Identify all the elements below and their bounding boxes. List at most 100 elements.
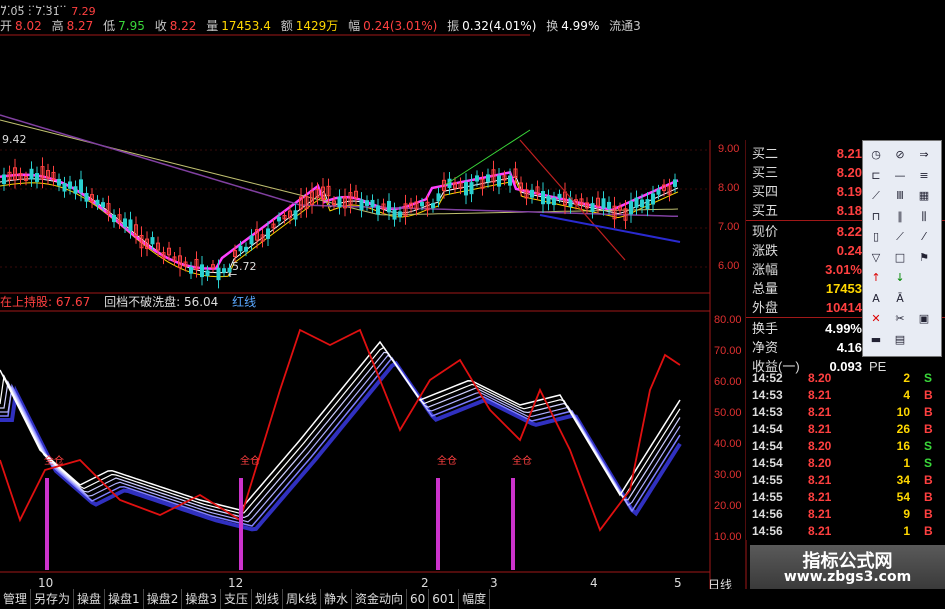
clock-icon[interactable]: ◷	[867, 147, 885, 163]
tab-4[interactable]: 操盘2	[144, 589, 183, 609]
candle-body	[238, 245, 243, 252]
candle-body	[469, 182, 474, 195]
watermark-url: www.zbgs3.com	[783, 569, 912, 585]
candle-body	[508, 175, 512, 186]
candle-body	[370, 199, 375, 208]
box-icon[interactable]: ▯	[867, 229, 885, 245]
indicator-a-value: 67.67	[55, 295, 91, 309]
circle-slash-icon[interactable]: ⊘	[891, 147, 909, 163]
tab-10[interactable]: 资金动向	[352, 589, 407, 609]
candle-body	[365, 200, 369, 206]
tick-row: 14:56 8.21 9 B	[752, 507, 933, 521]
candle-body	[200, 264, 204, 278]
candle-body	[431, 203, 435, 209]
tab-7[interactable]: 划线	[252, 589, 283, 609]
candle-body	[447, 178, 452, 189]
price-axis-3: 7.00	[718, 221, 740, 233]
candle-body	[112, 214, 116, 223]
tab-13[interactable]: 幅度	[459, 589, 491, 609]
tab-8[interactable]: 周k线	[283, 589, 321, 609]
blank-icon[interactable]	[915, 270, 933, 286]
signal-bars	[45, 478, 515, 570]
signal-bar	[45, 478, 49, 570]
tick-row: 14:54 8.20 1 S	[752, 456, 933, 470]
triangle-icon[interactable]: ▽	[867, 250, 885, 266]
down-arrow-icon[interactable]: ↓	[891, 270, 909, 286]
candle-body	[244, 246, 248, 252]
arrow-icon[interactable]: ⇒	[915, 147, 933, 163]
candle-body	[645, 199, 650, 210]
panel-icon[interactable]: ▣	[915, 311, 933, 327]
osc-axis-40: 40.00	[714, 438, 742, 450]
grid-icon[interactable]: ▦	[915, 188, 933, 204]
candle-body	[62, 183, 67, 192]
window-icon[interactable]: ▤	[891, 332, 909, 348]
indicator-b-label: 回档不破洗盘:	[104, 295, 181, 309]
text2-icon[interactable]: Ā	[891, 291, 909, 307]
indicator-b-value: 56.04	[183, 295, 219, 309]
fan-icon[interactable]: ⟋	[867, 188, 885, 204]
x-axis-label: 5	[674, 576, 682, 590]
flag-icon[interactable]: ⚑	[915, 250, 933, 266]
bracket-icon[interactable]: ⊓	[867, 209, 885, 225]
minus-icon[interactable]: ▬	[867, 332, 885, 348]
price-axis-2: 8.00	[718, 182, 740, 194]
tick-row: 14:56 8.21 1 B	[752, 524, 933, 538]
candle-body	[35, 173, 39, 182]
slant-icon[interactable]: ⟋	[891, 229, 909, 245]
candle-body	[387, 200, 391, 213]
price-high-label: 9.42	[2, 133, 27, 146]
price-low-arrow: ←	[228, 268, 238, 281]
candle-body	[629, 201, 633, 215]
candle-body	[601, 198, 606, 209]
signal-bar	[436, 478, 440, 570]
candle-body	[205, 270, 210, 277]
up-arrow-icon[interactable]: ↑	[867, 270, 885, 286]
line-icon[interactable]: —	[891, 168, 909, 184]
x-axis-label: 10	[38, 576, 54, 590]
blank3-icon[interactable]	[915, 332, 933, 348]
tab-3[interactable]: 操盘1	[105, 589, 144, 609]
bottom-tab-bar: 管理 另存为 操盘 操盘1 操盘2 操盘3 支压 划线 周k线 静水 资金动向 60 601 幅度	[0, 589, 945, 609]
candle-body	[557, 193, 562, 199]
x-axis-label: 12	[228, 576, 244, 590]
tab-11[interactable]: 60	[407, 589, 430, 609]
candle-body	[266, 228, 270, 239]
slant2-icon[interactable]: ⁄	[915, 229, 933, 245]
tab-6[interactable]: 支压	[221, 589, 252, 609]
rect-icon[interactable]: □	[891, 250, 909, 266]
tab-12[interactable]: 601	[429, 589, 460, 609]
delete-icon[interactable]: ✕	[867, 311, 885, 327]
bars3-icon[interactable]: ⫼	[915, 209, 933, 225]
candle-body	[436, 193, 441, 202]
candle-body	[222, 268, 226, 273]
tab-2[interactable]: 操盘	[74, 589, 106, 609]
bars-icon[interactable]: Ⅲ	[891, 188, 909, 204]
ma-magenta	[0, 170, 679, 270]
tab-5[interactable]: 操盘3	[182, 589, 221, 609]
signal-label-3: 全仓	[437, 456, 457, 467]
candle-body	[2, 174, 6, 185]
candle-body	[464, 181, 468, 196]
candle-body	[101, 202, 105, 208]
tab-1[interactable]: 另存为	[31, 589, 75, 609]
parallel-icon[interactable]: ≡	[915, 168, 933, 184]
text-icon[interactable]: A	[867, 291, 885, 307]
price-axis-4: 6.00	[718, 260, 740, 272]
blank2-icon[interactable]	[915, 291, 933, 307]
candlesticks	[2, 157, 677, 289]
candle-body	[359, 199, 364, 211]
oscillator-lines	[0, 328, 682, 532]
osc-axis-50: 50.00	[714, 407, 742, 419]
measure-icon[interactable]: ⊏	[867, 168, 885, 184]
candle-body	[293, 210, 298, 220]
candle-body	[128, 219, 133, 231]
tab-0[interactable]: 管理	[0, 589, 32, 609]
candle-body	[530, 189, 534, 198]
drawing-toolbar[interactable]: ◷ ⊘ ⇒ ⊏ — ≡ ⟋ Ⅲ ▦ ⊓ ∥ ⫼ ▯ ⟋ ⁄ ▽ □ ⚑ ↑ ↓ A Ā ✕ ✂ ▣ ▬ ▤	[862, 140, 942, 357]
candle-body	[398, 211, 402, 218]
scissors-icon[interactable]: ✂	[891, 311, 909, 327]
bars2-icon[interactable]: ∥	[891, 209, 909, 225]
tab-9[interactable]: 静水	[321, 589, 352, 609]
indicator-c-label: 红线	[232, 295, 257, 309]
